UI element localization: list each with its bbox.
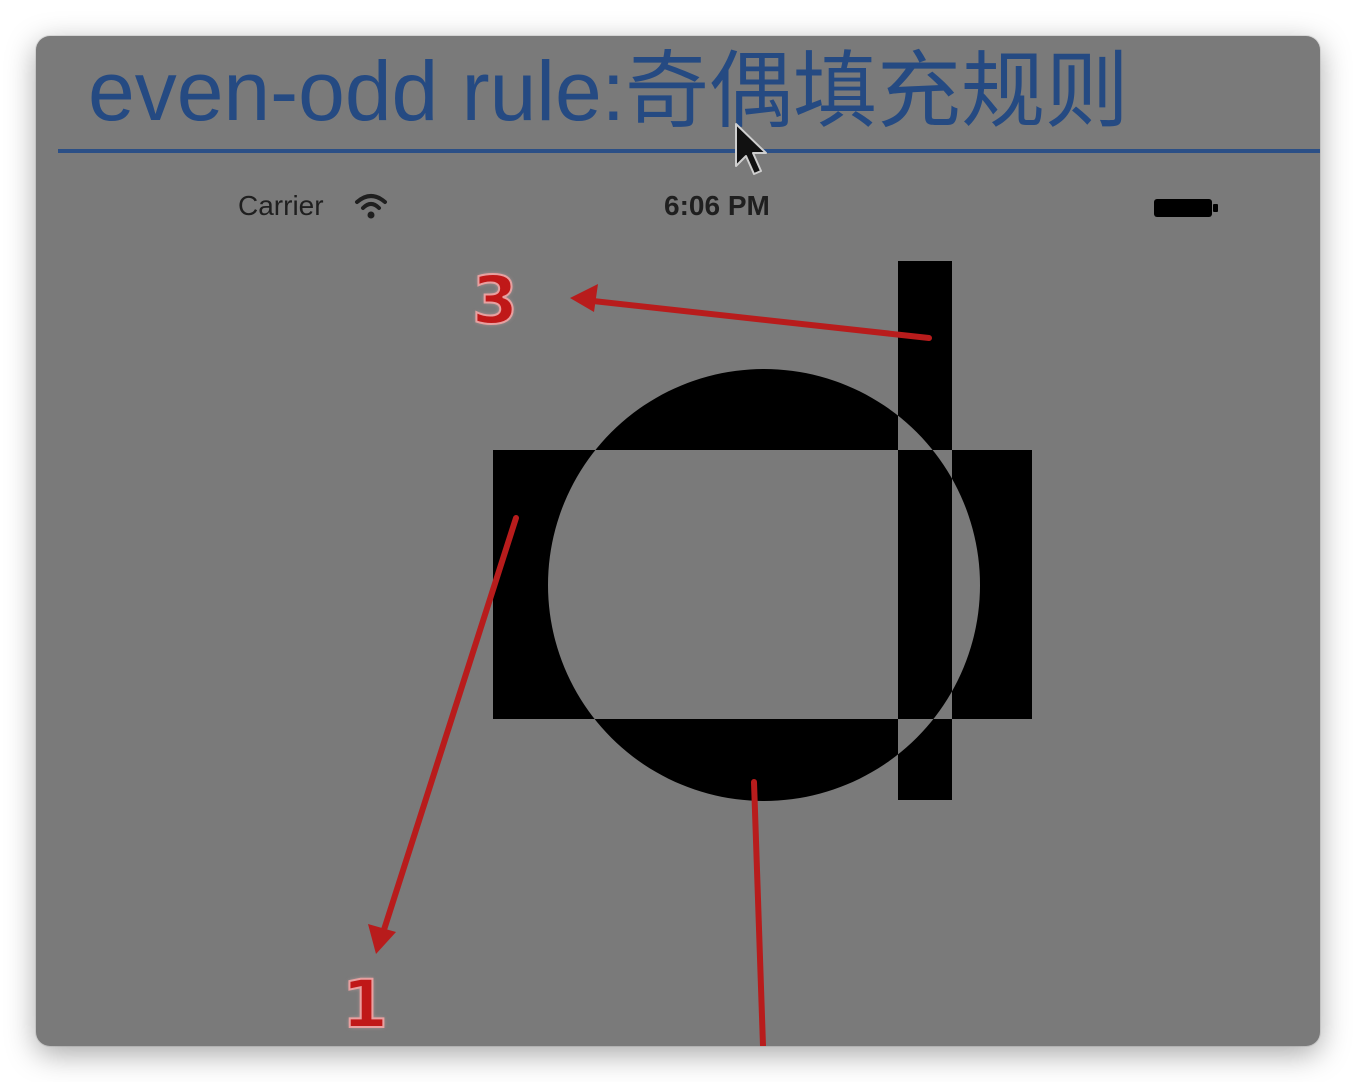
screen-recording-window: even-odd rule:奇偶填充规则 Carrier 6:06 PM 3 1 bbox=[36, 36, 1320, 1046]
cursor-icon bbox=[735, 123, 767, 175]
arrowhead-3 bbox=[570, 284, 598, 312]
arrow-to-label-3 bbox=[581, 297, 932, 341]
arrowhead-1 bbox=[368, 924, 396, 954]
even-odd-shape bbox=[493, 261, 1032, 801]
callout-label-3: 3 bbox=[471, 261, 519, 340]
arrow-to-label-1 bbox=[379, 515, 519, 939]
even-odd-drawing bbox=[368, 261, 1032, 1046]
callout-label-1: 1 bbox=[341, 965, 389, 1044]
arrow-from-circle-bottom bbox=[751, 779, 766, 1046]
